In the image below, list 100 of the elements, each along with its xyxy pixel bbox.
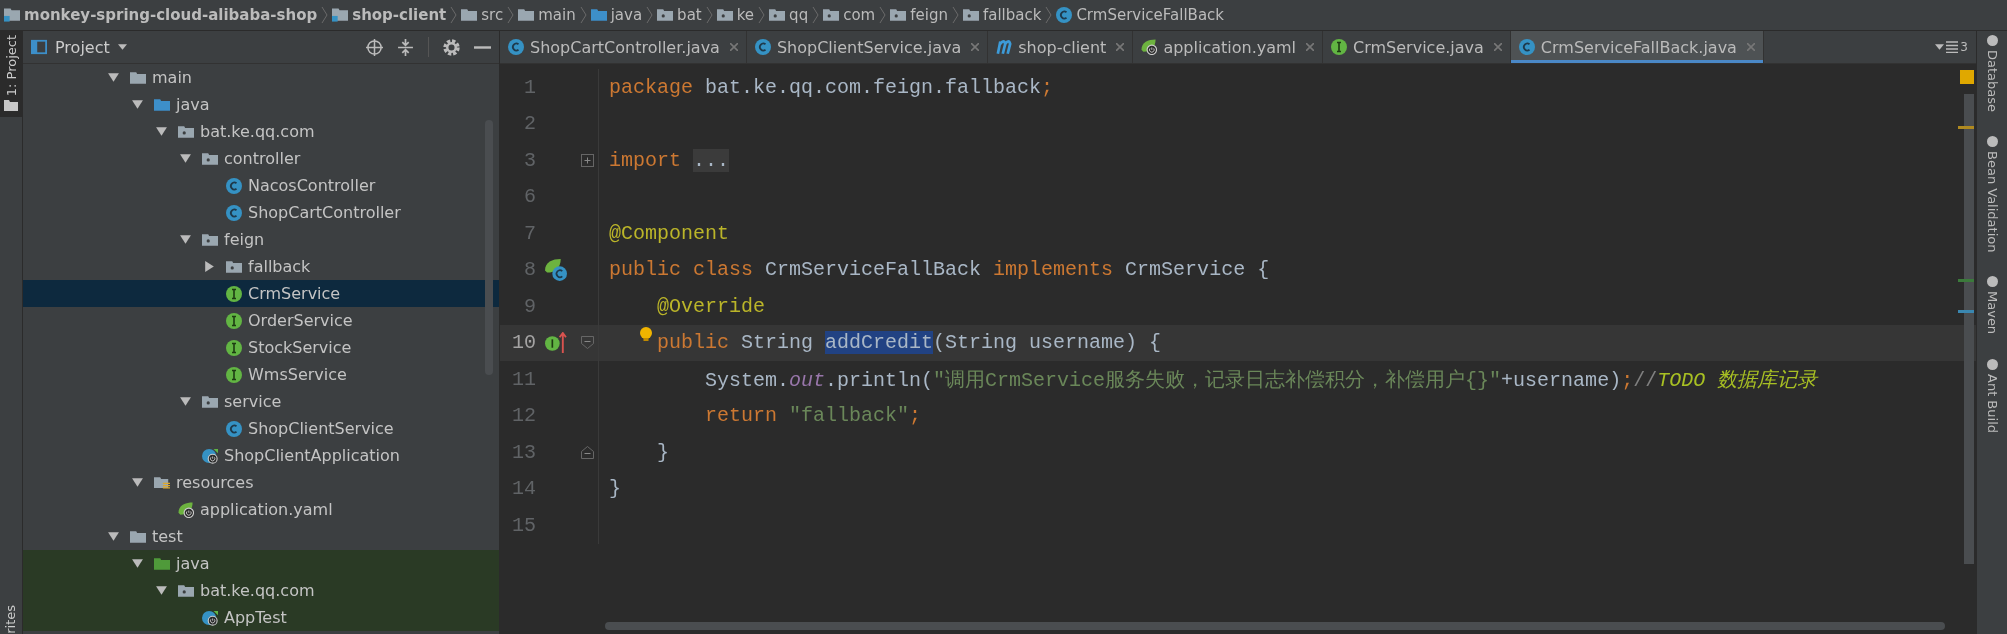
breadcrumb-item[interactable]: shop-client — [332, 6, 447, 24]
chevron-icon — [507, 6, 515, 24]
interface-icon — [226, 339, 242, 356]
recent-tabs-button[interactable]: 3 — [1935, 31, 1976, 63]
tree-item[interactable]: ShopCartController — [23, 199, 499, 226]
collapse-fold-icon[interactable] — [580, 336, 594, 350]
tree-item[interactable]: CrmService — [23, 280, 499, 307]
lightbulb-icon[interactable] — [640, 326, 652, 341]
tree-item[interactable]: feign — [23, 226, 499, 253]
tool-window-tab[interactable]: Database — [1977, 35, 2007, 113]
list-icon — [1946, 41, 1959, 53]
editor-tab[interactable]: shop-client — [988, 31, 1134, 63]
caret-icon — [117, 44, 127, 50]
expanded-arrow-icon[interactable] — [107, 71, 120, 84]
vertical-scrollbar[interactable] — [1964, 94, 1974, 564]
tree-item[interactable]: bat.ke.qq.com — [23, 118, 499, 145]
line-number: 12 — [511, 404, 536, 428]
tree-item[interactable]: OrderService — [23, 307, 499, 334]
line-number: 9 — [523, 294, 536, 318]
tree-item[interactable]: main — [23, 64, 499, 91]
tool-window-tab[interactable]: Ant Build — [1977, 358, 2007, 433]
expanded-arrow-icon[interactable] — [179, 233, 192, 246]
settings-icon[interactable] — [443, 38, 460, 56]
editor-tab[interactable]: application.yaml — [1133, 31, 1324, 63]
editor-tab[interactable]: CrmService.java — [1323, 31, 1511, 63]
line-number: 6 — [523, 185, 536, 209]
scrollbar[interactable] — [485, 120, 493, 375]
expanded-arrow-icon[interactable] — [131, 476, 144, 489]
breadcrumb-item[interactable]: qq — [769, 6, 809, 24]
breadcrumb-item[interactable]: src — [461, 6, 504, 24]
line-number: 7 — [523, 221, 536, 245]
locate-icon[interactable] — [366, 38, 383, 56]
editor-tab[interactable]: ShopCartController.java — [500, 31, 747, 63]
implements-icon[interactable] — [545, 331, 567, 354]
close-icon[interactable] — [1306, 43, 1315, 51]
project-tool-tab[interactable]: 1: Project — [0, 31, 22, 118]
breadcrumb-item[interactable]: monkey-spring-cloud-alibaba-shop — [4, 6, 318, 24]
horizontal-scrollbar[interactable] — [605, 622, 1945, 630]
module-folder-icon — [332, 7, 349, 23]
tree-item[interactable]: WmsService — [23, 361, 499, 388]
tree-item[interactable]: ShopClientApplication — [23, 442, 499, 469]
project-view-selector[interactable]: Project — [31, 37, 127, 57]
fold-end-icon[interactable] — [580, 445, 594, 459]
code-line: return "fallback"; — [704, 404, 922, 428]
favorites-tool-tab[interactable]: rites — [3, 601, 22, 634]
breadcrumb-item[interactable]: fallback — [962, 6, 1042, 24]
line-number: 11 — [511, 367, 536, 391]
tree-item[interactable]: java — [23, 550, 499, 577]
breadcrumb-item[interactable]: bat — [657, 6, 702, 24]
tree-item[interactable]: AppTest — [23, 604, 499, 631]
close-icon[interactable] — [1493, 43, 1502, 51]
close-icon[interactable] — [729, 43, 738, 51]
tree-item[interactable]: test — [23, 523, 499, 550]
minimize-icon[interactable] — [474, 45, 491, 49]
expand-fold-icon[interactable] — [580, 153, 594, 167]
editor-tab[interactable]: CrmServiceFallBack.java — [1510, 31, 1764, 63]
caret-marker[interactable] — [1958, 310, 1974, 313]
tree-item[interactable]: fallback — [23, 253, 499, 280]
tool-window-tab[interactable]: Maven — [1977, 276, 2007, 335]
tree-item[interactable]: application.yaml — [23, 496, 499, 523]
package-icon — [178, 123, 194, 140]
tree-item[interactable]: StockService — [23, 334, 499, 361]
code-line: public String addCredit(String username) { — [656, 331, 1162, 355]
tree-item[interactable]: service — [23, 388, 499, 415]
breadcrumb-item[interactable]: com — [823, 6, 876, 24]
tree-item[interactable]: bat.ke.qq.com — [23, 577, 499, 604]
warning-marker[interactable] — [1958, 126, 1974, 129]
tree-item[interactable]: resources — [23, 469, 499, 496]
spring-class-icon — [202, 609, 218, 626]
close-icon[interactable] — [971, 43, 980, 51]
folder-icon — [4, 100, 18, 112]
breadcrumb-item[interactable]: feign — [890, 6, 948, 24]
expanded-arrow-icon[interactable] — [155, 125, 168, 138]
tree-item[interactable]: NacosController — [23, 172, 499, 199]
collapse-all-icon[interactable] — [397, 38, 414, 56]
editor-tab[interactable]: ShopClientService.java — [746, 31, 989, 63]
expanded-arrow-icon[interactable] — [155, 584, 168, 597]
tree-item[interactable]: controller — [23, 145, 499, 172]
expanded-arrow-icon[interactable] — [179, 395, 192, 408]
expanded-arrow-icon[interactable] — [131, 557, 144, 570]
tool-window-tab[interactable]: Bean Validation — [1977, 136, 2007, 253]
expanded-arrow-icon[interactable] — [131, 98, 144, 111]
breadcrumb-item[interactable]: ke — [716, 6, 755, 24]
folder-icon — [130, 528, 146, 545]
collapsed-arrow-icon[interactable] — [203, 260, 216, 273]
spring-bean-icon[interactable] — [545, 258, 567, 281]
package-icon — [716, 7, 733, 23]
tree-item[interactable]: java — [23, 91, 499, 118]
spring-class-icon — [202, 447, 218, 464]
code-line: @Component — [608, 221, 730, 245]
breadcrumb-item[interactable]: main — [518, 6, 576, 24]
breadcrumb-item[interactable]: CrmServiceFallBack — [1056, 6, 1224, 24]
change-marker[interactable] — [1958, 279, 1974, 282]
package-icon — [890, 7, 907, 23]
expanded-arrow-icon[interactable] — [107, 530, 120, 543]
expanded-arrow-icon[interactable] — [179, 152, 192, 165]
tree-item[interactable]: ShopClientService — [23, 415, 499, 442]
close-icon[interactable] — [1116, 43, 1125, 51]
code-line: @Override — [656, 294, 766, 318]
breadcrumb-item[interactable]: java — [590, 6, 643, 24]
